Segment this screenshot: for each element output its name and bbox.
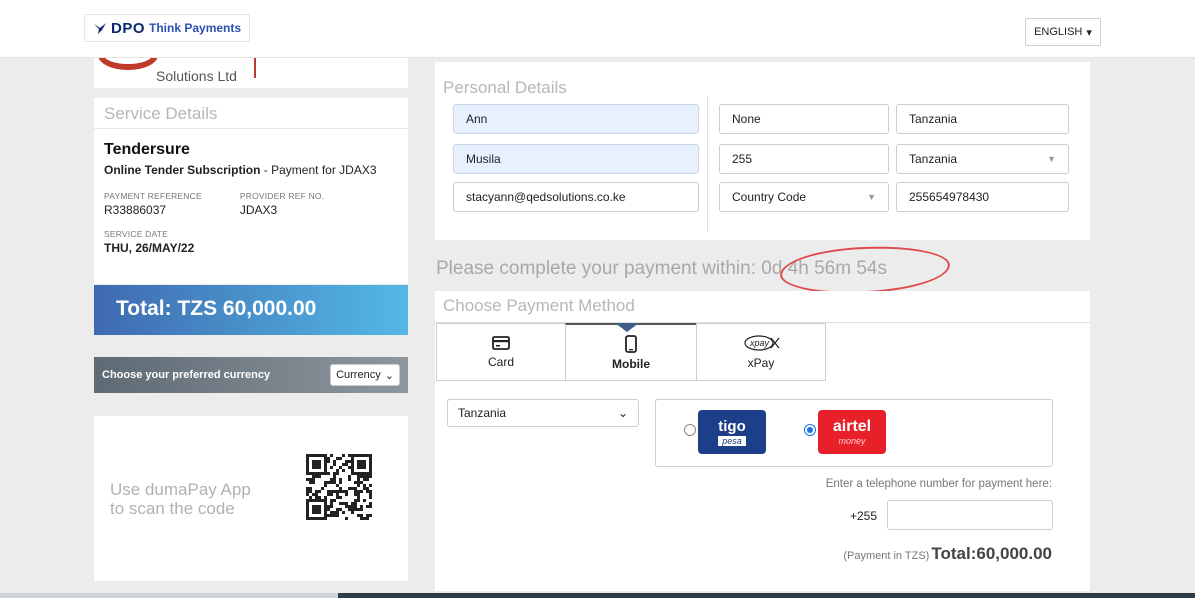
- country-code-select[interactable]: Country Code ▼: [719, 182, 889, 212]
- total-banner: Total: TZS 60,000.00: [94, 285, 408, 335]
- merchant-name: Solutions Ltd: [156, 68, 237, 84]
- dpo-bird-icon: [94, 23, 106, 34]
- payment-method-card: Choose Payment Method Card Mobile xpay x…: [435, 291, 1090, 591]
- provider-ref-block: PROVIDER REF NO. JDAX3: [240, 191, 324, 217]
- top-bar: DPO Think Payments ENGLISH ▾: [0, 0, 1195, 58]
- payment-reference-value: R33886037: [104, 203, 167, 217]
- timer-prefix: Please complete your payment within:: [436, 258, 756, 279]
- service-date-value: THU, 26/MAY/22: [104, 241, 195, 255]
- airtel-logo-name: airtel: [832, 418, 872, 435]
- caret-down-icon: ▾: [1086, 26, 1092, 39]
- active-tab-pointer: [615, 323, 639, 332]
- dial-code-field[interactable]: 255: [719, 144, 889, 174]
- qr-card: Use dumaPay App to scan the code: [94, 416, 408, 581]
- provider-ref-label: PROVIDER REF NO.: [239, 191, 325, 201]
- currency-label: Choose your preferred currency: [102, 369, 271, 381]
- phone-prefix: +255: [850, 509, 878, 523]
- tab-xpay[interactable]: xpay xPay: [696, 323, 826, 381]
- reference-row: PAYMENT REFERENCE R33886037 PROVIDER REF…: [104, 191, 398, 217]
- dpo-logo[interactable]: DPO Think Payments: [84, 14, 251, 42]
- tigo-pesa-logo[interactable]: tigo pesa: [698, 410, 766, 454]
- service-description-bold: Online Tender Subscription: [104, 163, 261, 177]
- currency-bar: Choose your preferred currency Currency …: [94, 357, 408, 393]
- tab-mobile-label: Mobile: [612, 356, 650, 371]
- currency-select[interactable]: Currency ⌄: [330, 364, 400, 386]
- tab-card[interactable]: Card: [436, 323, 566, 381]
- provider-ref-value: JDAX3: [239, 203, 278, 217]
- service-details-card: Service Details Tendersure Online Tender…: [94, 98, 408, 284]
- language-dropdown[interactable]: ENGLISH ▾: [1025, 18, 1101, 46]
- field-none[interactable]: None: [719, 104, 889, 134]
- chevron-down-icon: ⌄: [617, 406, 628, 420]
- column-divider: [707, 96, 708, 232]
- operator-country-select[interactable]: Tanzania ⌄: [447, 399, 639, 427]
- first-name-field[interactable]: Ann: [453, 104, 699, 134]
- service-description-rest: - Payment for JDAX3: [260, 163, 377, 177]
- tab-xpay-label: xPay: [747, 356, 775, 370]
- service-details-title: Service Details: [94, 98, 408, 129]
- country-select[interactable]: Tanzania ▼: [896, 144, 1069, 174]
- xpay-logo-icon: xpay: [744, 335, 780, 351]
- payment-total: (Payment in TZS) Total:60,000.00: [843, 544, 1052, 564]
- airtel-logo-sub: money: [838, 436, 866, 446]
- tab-card-label: Card: [487, 355, 514, 369]
- qr-code-icon: [306, 454, 372, 520]
- service-date-label: SERVICE DATE: [104, 229, 168, 239]
- tigo-logo-sub: pesa: [718, 436, 746, 446]
- operator-country-value: Tanzania: [458, 406, 507, 420]
- payment-method-title: Choose Payment Method: [443, 296, 635, 315]
- service-date-block: SERVICE DATE THU, 26/MAY/22: [104, 229, 398, 255]
- payment-phone-input[interactable]: [887, 500, 1053, 530]
- mobile-operator-options: tigo pesa airtel money: [655, 399, 1053, 467]
- email-field[interactable]: stacyann@qedsolutions.co.ke: [453, 182, 699, 212]
- bottom-strip: [0, 593, 1195, 598]
- service-name: Tendersure: [104, 141, 190, 158]
- qr-instruction: Use dumaPay App to scan the code: [110, 480, 251, 518]
- payment-reference-label: PAYMENT REFERENCE: [104, 191, 202, 201]
- mobile-phone-icon: [625, 334, 637, 353]
- airtel-money-logo[interactable]: airtel money: [818, 410, 886, 454]
- logo-tagline: Think Payments: [149, 21, 242, 35]
- country-code-select-value: Country Code: [732, 190, 807, 204]
- phone-hint: Enter a telephone number for payment her…: [825, 478, 1052, 490]
- chevron-down-icon: ⌄: [384, 369, 394, 382]
- logo-mark: DPO: [111, 19, 146, 37]
- credit-card-icon: [492, 336, 510, 350]
- personal-details-title: Personal Details: [443, 78, 567, 97]
- xpay-logo-text: xpay: [749, 338, 770, 348]
- currency-select-value: Currency: [336, 369, 381, 381]
- service-description: Online Tender Subscription - Payment for…: [104, 163, 398, 177]
- payment-total-amount: Total:60,000.00: [931, 544, 1052, 563]
- qr-instruction-line2: to scan the code: [110, 499, 235, 518]
- merchant-brand-bar: [254, 58, 256, 78]
- country-field[interactable]: Tanzania: [896, 104, 1069, 134]
- language-label: ENGLISH: [1034, 26, 1083, 38]
- merchant-logo: Solutions Ltd: [94, 58, 408, 88]
- airtel-radio[interactable]: [804, 424, 816, 436]
- tigo-logo-name: tigo: [718, 418, 746, 435]
- caret-down-icon: ▼: [867, 192, 876, 202]
- payment-reference-block: PAYMENT REFERENCE R33886037: [104, 191, 202, 217]
- country-select-value: Tanzania: [909, 152, 958, 166]
- caret-down-icon: ▼: [1047, 154, 1056, 164]
- payment-currency-note: (Payment in TZS): [843, 550, 930, 562]
- personal-details-card: Personal Details Ann Musila stacyann@qed…: [435, 62, 1090, 240]
- phone-field[interactable]: 255654978430: [896, 182, 1069, 212]
- timer-highlight-annotation: [779, 244, 951, 296]
- tigo-radio[interactable]: [684, 424, 696, 436]
- qr-instruction-line1: Use dumaPay App: [110, 480, 251, 499]
- merchant-brand-mark: [98, 58, 158, 70]
- last-name-field[interactable]: Musila: [453, 144, 699, 174]
